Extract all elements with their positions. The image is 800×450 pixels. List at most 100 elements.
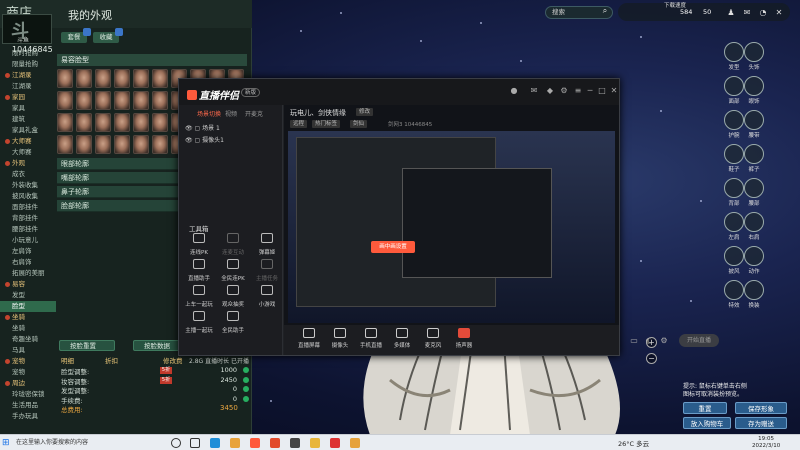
hair-icon[interactable] (724, 42, 744, 62)
gift-button[interactable]: 存为赠送 (735, 417, 787, 429)
face-thumbnail[interactable] (95, 135, 111, 154)
my-look-title[interactable]: 我的外观 (68, 7, 112, 23)
menu-item[interactable]: 腰部挂件 (0, 224, 56, 235)
edit-title-button[interactable]: 修改 (356, 108, 374, 116)
mail-icon[interactable]: ✉ (529, 86, 539, 96)
menu-item[interactable]: 限时抢购 (0, 48, 56, 59)
outfit-icon[interactable] (744, 280, 764, 300)
tool-button[interactable]: 全民助手 (216, 311, 250, 334)
menu-icon[interactable]: ≡ (573, 86, 583, 96)
menu-item[interactable]: 手办玩具 (0, 411, 56, 422)
gift-icon[interactable]: ◆ (545, 86, 555, 96)
app-icon[interactable] (270, 438, 280, 448)
menu-item[interactable]: 成衣 (0, 169, 56, 180)
tag-chip[interactable]: 剑仙 (350, 120, 368, 128)
face-thumbnail[interactable] (57, 135, 73, 154)
menu-item[interactable]: 江湖录 (0, 81, 56, 92)
menu-item[interactable]: 大师赛 (0, 147, 56, 158)
face-thumbnail[interactable] (152, 91, 168, 110)
tool-button[interactable]: 连线PK (182, 233, 216, 256)
face-thumbnail[interactable] (95, 113, 111, 132)
menu-item[interactable]: 小玩意儿 (0, 235, 56, 246)
fx-icon[interactable] (724, 280, 744, 300)
face-thumbnail[interactable] (114, 69, 130, 88)
waist-icon[interactable] (744, 178, 764, 198)
face-thumbnail[interactable] (95, 91, 111, 110)
bottom-tool-button[interactable]: 直播屏幕 (295, 328, 323, 349)
menu-item[interactable]: 建筑 (0, 114, 56, 125)
reset-face-button[interactable]: 按脸重置 (59, 340, 115, 351)
property-row[interactable]: 脸部轮廓 (57, 200, 179, 212)
start-live-button[interactable]: 开始直播 (679, 334, 719, 347)
tool-button[interactable]: 观众抽奖 (216, 285, 250, 308)
cortana-icon[interactable] (171, 438, 181, 448)
face-thumbnail[interactable] (76, 91, 92, 110)
settings-icon[interactable]: ⚙ (559, 86, 569, 96)
app-icon[interactable] (330, 438, 340, 448)
menu-item[interactable]: 披风收集 (0, 191, 56, 202)
menu-item[interactable]: 面部挂件 (0, 202, 56, 213)
menu-item[interactable]: 家具礼盒 (0, 125, 56, 136)
tool-button[interactable]: 主播任务 (250, 259, 284, 282)
menu-item[interactable]: 限量抢购 (0, 59, 56, 70)
menu-item[interactable]: 奇趣坐骑 (0, 334, 56, 345)
face-thumbnail[interactable] (152, 113, 168, 132)
shoes-icon[interactable] (724, 144, 744, 164)
tool-button[interactable]: 主播一起玩 (182, 311, 216, 334)
scene-item[interactable]: 👁 ▢ 场景 1 (185, 123, 220, 132)
add-to-cart-button[interactable]: 放入购物车 (683, 417, 731, 429)
wifi-icon[interactable]: ◔ (758, 8, 768, 18)
menu-item[interactable]: 脸型 (0, 301, 56, 312)
game-icon[interactable] (350, 438, 360, 448)
face-thumbnail[interactable] (95, 69, 111, 88)
face-icon[interactable] (724, 76, 744, 96)
wrist-icon[interactable] (724, 110, 744, 130)
pip-settings-button[interactable]: 画中画设置 (371, 241, 415, 253)
face-thumbnail[interactable] (76, 135, 92, 154)
settings-icon[interactable]: ⚙ (659, 336, 669, 346)
property-row[interactable]: 嘴部轮廓 (57, 172, 179, 184)
tool-button[interactable]: 弹幕姬 (250, 233, 284, 256)
menu-item[interactable]: 背部挂件 (0, 213, 56, 224)
face-thumbnail[interactable] (114, 91, 130, 110)
menu-item[interactable]: 外装收集 (0, 180, 56, 191)
friends-icon[interactable]: ♟ (726, 8, 736, 18)
face-thumbnail[interactable] (133, 69, 149, 88)
tab-mic[interactable]: 开麦克 (245, 109, 263, 118)
menu-item[interactable]: 右肩饰 (0, 257, 56, 268)
tag-chip[interactable]: 远程 (290, 120, 308, 128)
face-thumbnail[interactable] (114, 135, 130, 154)
tag-chip[interactable]: 热门标签 (312, 120, 341, 128)
menu-item[interactable]: 马具 (0, 345, 56, 356)
clock[interactable]: 19:05 2022/3/10 (752, 436, 780, 450)
weather[interactable]: 26°C 多云 (618, 438, 649, 448)
face-thumbnail[interactable] (114, 113, 130, 132)
stream-app-taskbar-icon[interactable] (250, 438, 260, 448)
menu-item[interactable]: 左肩饰 (0, 246, 56, 257)
app-icon[interactable] (290, 438, 300, 448)
close-icon[interactable]: ✕ (774, 8, 784, 18)
tool-button[interactable]: 直播助手 (182, 259, 216, 282)
save-look-button[interactable]: 保存形象 (735, 402, 787, 414)
cape-icon[interactable] (724, 246, 744, 266)
zoom-out-icon[interactable]: − (646, 353, 657, 364)
search-icon[interactable]: ⌕ (598, 6, 612, 19)
tool-button[interactable]: 上车一起玩 (182, 285, 216, 308)
menu-item[interactable]: 家具 (0, 103, 56, 114)
face-thumbnail[interactable] (133, 113, 149, 132)
tab-scenes[interactable]: 场景切换 (197, 109, 221, 118)
taskbar-search[interactable]: 在这里输入你要搜索的内容 (12, 437, 160, 449)
tool-button[interactable]: 全民连PK (216, 259, 250, 282)
record-icon[interactable]: ▭ (629, 336, 639, 346)
face-thumbnail[interactable] (57, 91, 73, 110)
pose-icon[interactable] (744, 246, 764, 266)
face-thumbnail[interactable] (133, 91, 149, 110)
preview-canvas[interactable]: 画中画设置 (288, 131, 615, 323)
menu-item[interactable]: 发型 (0, 290, 56, 301)
menu-item[interactable]: 生活用品 (0, 400, 56, 411)
version-badge[interactable]: 新版 (241, 88, 261, 97)
pants-icon[interactable] (744, 144, 764, 164)
close-icon[interactable]: ✕ (609, 86, 619, 96)
back-icon[interactable] (724, 178, 744, 198)
shoulder-l-icon[interactable] (724, 212, 744, 232)
